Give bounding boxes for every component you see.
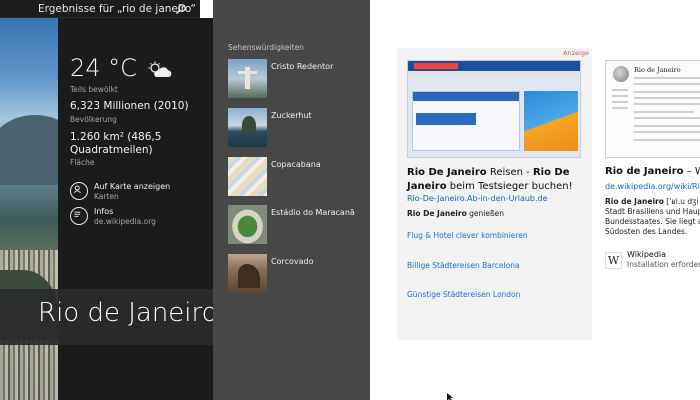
- search-query-text: Ergebnisse für „rio de janeiro“: [38, 3, 196, 15]
- map-link-sub: Karten: [94, 192, 119, 201]
- city-title: Rio de Janeiro: [38, 298, 218, 328]
- sight-thumbnail: [228, 59, 267, 98]
- sight-thumbnail: [228, 108, 267, 147]
- sights-header: Sehenswürdigkeiten: [228, 43, 304, 52]
- sight-item-zuckerhut[interactable]: Zuckerhut: [228, 108, 312, 147]
- sights-panel: Sehenswürdigkeiten Cristo Redentor Zucke…: [213, 0, 370, 400]
- show-on-map-link[interactable]: Auf Karte anzeigen Karten: [70, 182, 170, 201]
- ad-tag: Anzeige: [563, 49, 589, 57]
- wiki-page-screenshot[interactable]: Rio de Janeiro: [605, 60, 700, 158]
- sight-label: Estádio do Maracanã: [271, 208, 355, 217]
- ad-sitelink[interactable]: Flug & Hotel clever kombinieren: [407, 231, 528, 240]
- sight-item-corcovado[interactable]: Corcovado: [228, 254, 314, 293]
- partly-cloudy-icon: [148, 61, 172, 77]
- ad-url[interactable]: Rio-De-Janeiro.Ab-in-den-Urlaub.de: [407, 194, 548, 203]
- search-bar[interactable]: Ergebnisse für „rio de janeiro“: [0, 0, 200, 18]
- sight-item-maracana[interactable]: Estádio do Maracanã: [228, 205, 355, 244]
- wikipedia-info-link[interactable]: Infos de.wikipedia.org: [70, 207, 156, 226]
- sight-item-copacabana[interactable]: Copacabana: [228, 157, 321, 196]
- search-icon[interactable]: [175, 3, 187, 15]
- sight-thumbnail: [228, 205, 267, 244]
- wikipedia-result-card[interactable]: Rio de Janeiro Rio de Janeiro – Wiki de.…: [600, 48, 700, 348]
- sight-label: Cristo Redentor: [271, 62, 334, 71]
- sight-item-cristo-redentor[interactable]: Cristo Redentor: [228, 59, 333, 98]
- ad-website-screenshot[interactable]: [407, 60, 581, 158]
- weather-condition: Teils bewölkt: [70, 85, 118, 94]
- mouse-cursor-icon: [447, 393, 453, 400]
- population-value: 6,323 Millionen (2010): [70, 100, 189, 112]
- wiki-description: Rio de Janeiro [ˈʁi.u dʒi ʒaˈ Stadt Bras…: [605, 197, 700, 236]
- ad-title[interactable]: Rio De Janeiro Reisen - Rio De Janeiro b…: [407, 166, 587, 194]
- document-icon: [70, 207, 88, 225]
- area-label: Fläche: [70, 158, 95, 167]
- ad-sitelink[interactable]: Günstige Städtereisen London: [407, 290, 520, 299]
- sight-label: Copacabana: [271, 160, 321, 169]
- area-value: 1.260 km² (486,5 Quadratmeilen): [70, 131, 162, 156]
- sight-label: Corcovado: [271, 257, 314, 266]
- wiki-install-note[interactable]: Installation erforderlic: [627, 260, 700, 269]
- wiki-title[interactable]: Rio de Janeiro – Wiki: [605, 166, 700, 177]
- city-title-band: Rio de Janeiro: [0, 289, 218, 345]
- sight-thumbnail: [228, 254, 267, 293]
- info-link-title: Infos: [94, 207, 114, 216]
- wikipedia-logo-icon: W: [605, 252, 622, 269]
- wiki-source-name: Wikipedia: [627, 250, 667, 259]
- hero-mountain: [0, 115, 58, 185]
- sight-label: Zuckerhut: [271, 111, 312, 120]
- population-label: Bevölkerung: [70, 115, 117, 124]
- ad-sitelink[interactable]: Billige Städtereisen Barcelona: [407, 261, 520, 270]
- wiki-shot-title: Rio de Janeiro: [634, 66, 681, 74]
- sight-thumbnail: [228, 157, 267, 196]
- map-link-title: Auf Karte anzeigen: [94, 182, 171, 191]
- wikipedia-globe-icon: [613, 66, 629, 82]
- info-link-sub: de.wikipedia.org: [94, 217, 156, 226]
- ad-description: Rio De Janeiro genießen: [407, 209, 505, 218]
- map-pin-icon: [70, 182, 88, 200]
- temperature: 24 °C: [70, 54, 137, 82]
- wiki-url[interactable]: de.wikipedia.org/wiki/Rio_de_: [605, 182, 700, 191]
- ad-card[interactable]: Anzeige Rio De Janeiro Reisen - Rio De J…: [397, 48, 592, 340]
